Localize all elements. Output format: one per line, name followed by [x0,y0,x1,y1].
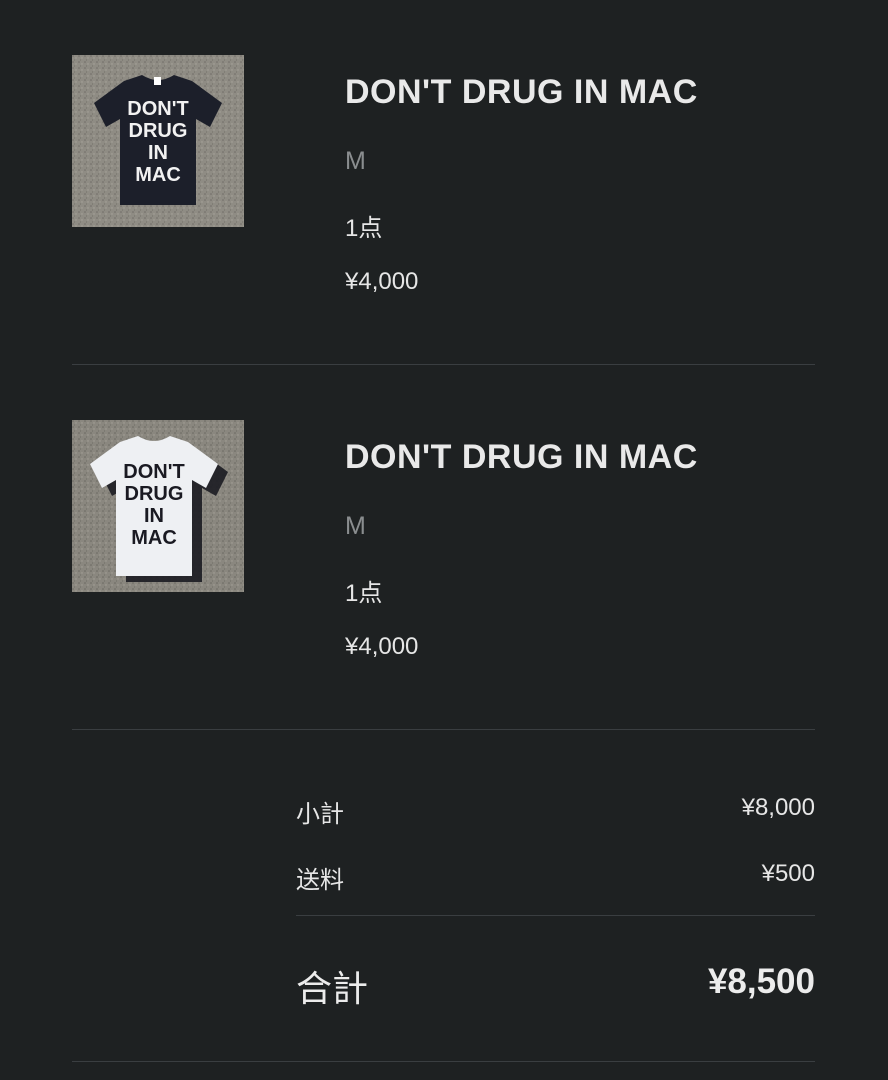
summary-divider [296,915,815,916]
shirt-print-line: IN [148,142,168,164]
divider [72,729,815,730]
product-name[interactable]: DON'T DRUG IN MAC [345,438,698,477]
shirt-print-line: DON'T [123,461,184,483]
subtotal-label: 小計 [296,801,344,828]
product-name[interactable]: DON'T DRUG IN MAC [345,73,698,112]
subtotal-value: ¥8,000 [741,794,815,821]
product-price: ¥4,000 [345,633,419,660]
shirt-print-line: DRUG [125,483,184,505]
shirt-print-line: IN [144,505,164,527]
product-quantity: 1点 [345,580,383,607]
total-label: 合計 [296,968,369,1009]
product-image: DON'T DRUG IN MAC [72,420,244,592]
product-quantity: 1点 [345,215,383,242]
shirt-print-line: DRUG [129,120,188,142]
product-variant: M [345,147,366,175]
divider [72,1061,815,1062]
shirt-print-line: MAC [135,164,181,186]
shipping-label: 送料 [296,867,344,894]
product-price: ¥4,000 [345,268,419,295]
product-image: DON'T DRUG IN MAC [72,55,244,227]
total-value: ¥8,500 [707,962,815,1001]
divider [72,364,815,365]
shipping-row: 送料 ¥500 [296,860,815,894]
shirt-print-line: DON'T [127,98,188,120]
shirt-print-line: MAC [131,527,177,549]
product-variant: M [345,512,366,540]
tshirt-photo: DON'T DRUG IN MAC [72,55,244,227]
subtotal-row: 小計 ¥8,000 [296,794,815,828]
order-summary-page: DON'T DRUG IN MAC DON'T DRUG IN MAC M 1点… [0,0,888,1080]
total-row: 合計 ¥8,500 [296,960,815,1009]
shipping-value: ¥500 [761,860,815,887]
tshirt-photo: DON'T DRUG IN MAC [72,420,244,592]
